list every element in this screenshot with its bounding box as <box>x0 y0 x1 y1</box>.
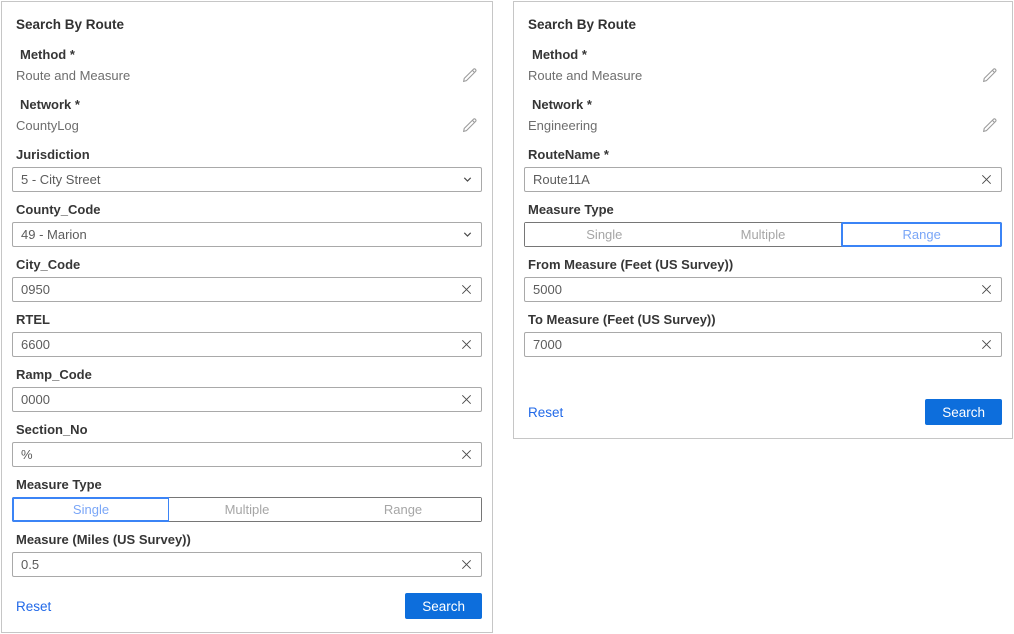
field-label: Section_No <box>16 421 478 438</box>
field-value: CountyLog <box>16 117 79 134</box>
field-label: Network * <box>20 96 474 113</box>
field-value: Route and Measure <box>528 67 642 84</box>
clear-icon[interactable] <box>980 173 993 186</box>
measure-type-segmented-control: SingleMultipleRange <box>524 222 1002 247</box>
field-route-name: RouteName * <box>524 146 1002 192</box>
field-label: From Measure (Feet (US Survey)) <box>528 256 998 273</box>
segment-multiple[interactable]: Multiple <box>684 223 843 246</box>
readonly-value-row: Route and Measure <box>16 67 478 84</box>
route-name-input[interactable] <box>525 172 980 187</box>
panel-title: Search By Route <box>528 16 998 34</box>
panel-footer: Reset Search <box>16 593 482 621</box>
clear-icon[interactable] <box>460 448 473 461</box>
section-no-input[interactable] <box>13 447 460 462</box>
from-measure-input[interactable] <box>525 282 980 297</box>
readonly-value-row: Route and Measure <box>528 67 998 84</box>
measure-type-segmented-control: SingleMultipleRange <box>12 497 482 522</box>
field-label: Ramp_Code <box>16 366 478 383</box>
field-label: County_Code <box>16 201 478 218</box>
city-code-input[interactable] <box>13 282 460 297</box>
ramp-code-input[interactable] <box>13 392 460 407</box>
ramp-code-text-box <box>12 387 482 412</box>
field-to-measure: To Measure (Feet (US Survey)) <box>524 311 1002 357</box>
field-city-code: City_Code <box>12 256 482 302</box>
field-label: Method * <box>532 46 994 63</box>
field-label: RTEL <box>16 311 478 328</box>
field-measure-type: Measure Type SingleMultipleRange <box>12 476 482 522</box>
readonly-field-network: Network * CountyLog <box>16 96 478 134</box>
measure-input[interactable] <box>13 557 460 572</box>
field-label: Method * <box>20 46 474 63</box>
field-measure-type: Measure Type SingleMultipleRange <box>524 201 1002 247</box>
readonly-value-row: Engineering <box>528 117 998 134</box>
field-label: Network * <box>532 96 994 113</box>
panel-title: Search By Route <box>16 16 478 34</box>
rtel-input[interactable] <box>13 337 460 352</box>
to-measure-input[interactable] <box>525 337 980 352</box>
to-measure-text-box <box>524 332 1002 357</box>
field-jurisdiction: Jurisdiction <box>12 146 482 192</box>
search-by-route-panel: Search By Route Method * Route and Measure… <box>513 1 1013 439</box>
from-measure-text-box <box>524 277 1002 302</box>
panel-footer: Reset Search <box>528 399 1002 427</box>
field-label: RouteName * <box>528 146 998 163</box>
field-value: Engineering <box>528 117 597 134</box>
clear-icon[interactable] <box>460 393 473 406</box>
search-button[interactable]: Search <box>925 399 1002 425</box>
clear-icon[interactable] <box>980 283 993 296</box>
readonly-field-network: Network * Engineering <box>528 96 998 134</box>
field-ramp-code: Ramp_Code <box>12 366 482 412</box>
search-button[interactable]: Search <box>405 593 482 619</box>
pencil-icon[interactable] <box>981 67 998 84</box>
segment-single[interactable]: Single <box>13 498 169 521</box>
search-by-route-panel: Search By Route Method * Route and Measure… <box>1 1 493 633</box>
clear-icon[interactable] <box>460 283 473 296</box>
section-no-text-box <box>12 442 482 467</box>
county-code-select[interactable] <box>13 227 462 242</box>
segment-range[interactable]: Range <box>325 498 481 521</box>
field-label: Measure Type <box>16 476 478 493</box>
city-code-text-box <box>12 277 482 302</box>
jurisdiction-select-box <box>12 167 482 192</box>
readonly-field-method: Method * Route and Measure <box>16 46 478 84</box>
jurisdiction-select[interactable] <box>13 172 462 187</box>
segment-multiple[interactable]: Multiple <box>169 498 325 521</box>
reset-button[interactable]: Reset <box>528 405 563 420</box>
segment-single[interactable]: Single <box>525 223 684 246</box>
pencil-icon[interactable] <box>461 117 478 134</box>
readonly-value-row: CountyLog <box>16 117 478 134</box>
chevron-down-icon <box>462 174 473 185</box>
pencil-icon[interactable] <box>981 117 998 134</box>
field-section-no: Section_No <box>12 421 482 467</box>
reset-button[interactable]: Reset <box>16 599 51 614</box>
field-label: To Measure (Feet (US Survey)) <box>528 311 998 328</box>
route-name-text-box <box>524 167 1002 192</box>
clear-icon[interactable] <box>460 338 473 351</box>
measure-text-box <box>12 552 482 577</box>
field-rtel: RTEL <box>12 311 482 357</box>
readonly-field-method: Method * Route and Measure <box>528 46 998 84</box>
pencil-icon[interactable] <box>461 67 478 84</box>
county-code-select-box <box>12 222 482 247</box>
clear-icon[interactable] <box>980 338 993 351</box>
clear-icon[interactable] <box>460 558 473 571</box>
rtel-text-box <box>12 332 482 357</box>
field-label: Measure (Miles (US Survey)) <box>16 531 478 548</box>
field-from-measure: From Measure (Feet (US Survey)) <box>524 256 1002 302</box>
field-county-code: County_Code <box>12 201 482 247</box>
field-label: Measure Type <box>528 201 998 218</box>
field-value: Route and Measure <box>16 67 130 84</box>
field-measure: Measure (Miles (US Survey)) <box>12 531 482 577</box>
field-label: City_Code <box>16 256 478 273</box>
field-label: Jurisdiction <box>16 146 478 163</box>
chevron-down-icon <box>462 229 473 240</box>
segment-range[interactable]: Range <box>842 223 1001 246</box>
